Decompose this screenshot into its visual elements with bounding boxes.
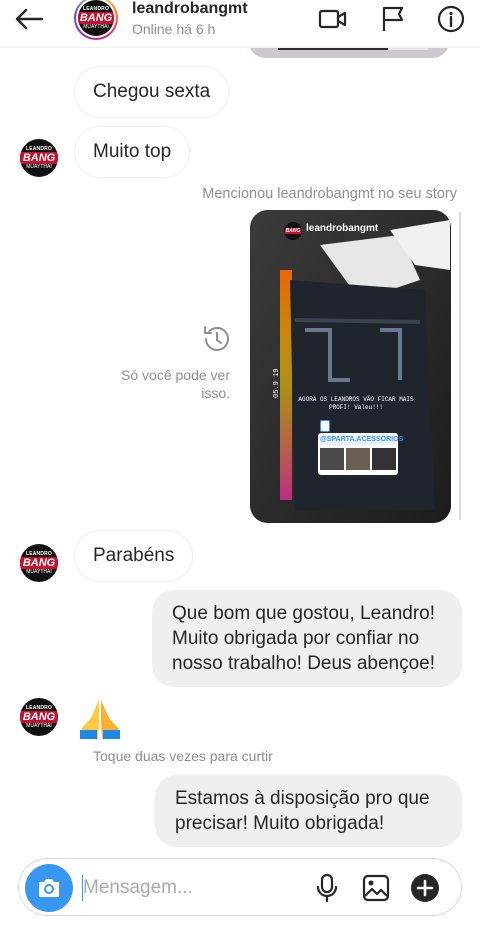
story-mention-caption: Mencionou leandrobangmt no seu story: [202, 186, 457, 202]
message-composer: [18, 858, 462, 916]
folded-hands-icon[interactable]: [78, 696, 122, 740]
history-icon: [204, 326, 229, 351]
story-text: AGORA OS LEANDROS VÃO FICAR MAIS PROFI! …: [298, 396, 414, 411]
message-bubble-incoming[interactable]: Parabéns: [74, 530, 194, 582]
message-bubble-incoming[interactable]: Chegou sexta: [74, 66, 230, 118]
bang-logo: LEANDRO BANG MUAYTHAI: [20, 544, 58, 582]
double-tap-like-hint: Toque duas vezes para curtir: [93, 748, 273, 764]
message-bubble-outgoing[interactable]: Estamos à disposição pro que precisar! M…: [155, 775, 462, 847]
message-text: Parabéns: [93, 545, 175, 566]
sender-avatar[interactable]: LEANDRO BANG MUAYTHAI: [20, 139, 58, 177]
story-username: leandrobangmt: [306, 223, 379, 234]
bang-logo: LEANDRO BANG MUAYTHAI: [78, 0, 114, 36]
back-arrow-icon[interactable]: [12, 2, 46, 36]
message-input[interactable]: [83, 873, 293, 903]
microphone-icon[interactable]: [311, 872, 343, 904]
bang-logo: LEANDRO BANG MUAYTHAI: [20, 139, 58, 177]
add-icon[interactable]: [409, 872, 441, 904]
story-avatar: BANG: [284, 222, 302, 240]
private-note: Só você pode ver isso.: [120, 322, 230, 402]
message-text: Estamos à disposição pro que precisar! M…: [175, 788, 430, 834]
sender-avatar[interactable]: LEANDRO BANG MUAYTHAI: [20, 698, 58, 736]
sender-avatar[interactable]: LEANDRO BANG MUAYTHAI: [20, 544, 58, 582]
bang-logo: LEANDRO BANG MUAYTHAI: [20, 698, 58, 736]
message-bubble-incoming[interactable]: Muito top: [74, 126, 191, 178]
online-status: Online há 6 h: [132, 21, 216, 37]
message-text: Que bom que gostou, Leandro! Muito obrig…: [172, 603, 436, 674]
story-mention-card[interactable]: 05.9 19 BANG leandrobangmt AGORA OS LEAN…: [250, 210, 451, 523]
sticker-mention-text: @SPARTA.ACESSORIOS: [320, 435, 404, 445]
camera-icon[interactable]: [25, 864, 73, 912]
chat-header: LEANDRO BANG MUAYTHAI leandrobangmt Online…: [0, 0, 480, 48]
gallery-icon[interactable]: [360, 872, 392, 904]
sticker-icon: [320, 420, 330, 432]
story-scroll-indicator: [459, 212, 461, 520]
mention-sticker: @SPARTA.ACESSORIOS: [318, 433, 404, 475]
message-text: Muito top: [93, 141, 172, 162]
message-text: Chegou sexta: [93, 81, 211, 102]
private-note-text: Só você pode ver isso.: [121, 367, 230, 401]
chat-username[interactable]: leandrobangmt: [132, 0, 248, 18]
video-call-icon[interactable]: [318, 4, 348, 34]
bang-logo: BANG: [284, 222, 302, 240]
header-avatar[interactable]: LEANDRO BANG MUAYTHAI: [74, 0, 118, 40]
flag-icon[interactable]: [378, 4, 408, 34]
story-image: 05.9 19: [250, 210, 451, 523]
message-bubble-outgoing[interactable]: Que bom que gostou, Leandro! Muito obrig…: [152, 590, 462, 687]
svg-text:05.9 19: 05.9 19: [273, 369, 281, 398]
info-icon[interactable]: [436, 4, 466, 34]
